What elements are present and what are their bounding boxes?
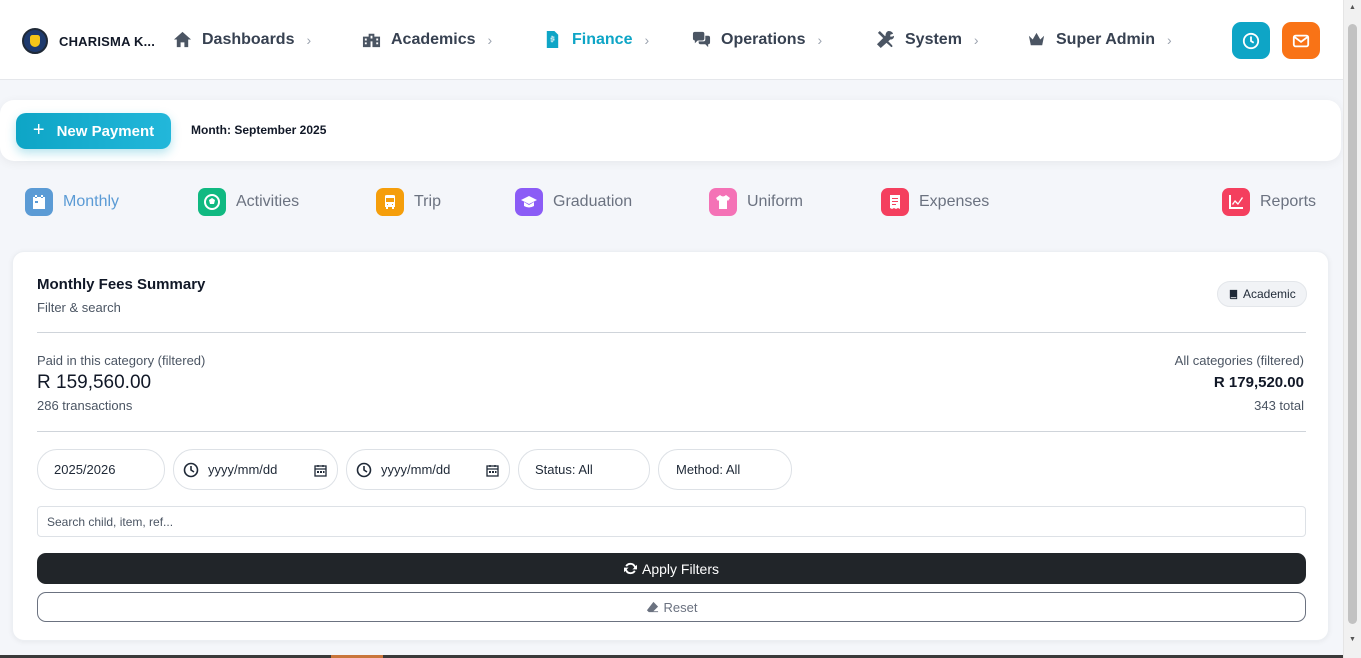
all-count: 343 total xyxy=(1254,398,1304,413)
football-icon xyxy=(198,188,226,216)
paid-amount: R 159,560.00 xyxy=(37,372,152,393)
shirt-icon xyxy=(709,188,737,216)
divider xyxy=(37,431,1306,432)
paid-count: 286 transactions xyxy=(37,398,133,413)
mail-icon xyxy=(1292,34,1310,47)
school-icon xyxy=(362,33,381,48)
tab-trip[interactable]: Trip xyxy=(376,188,441,216)
method-select[interactable]: Method: All xyxy=(658,449,792,490)
mail-button[interactable] xyxy=(1282,22,1320,59)
graduation-cap-icon xyxy=(515,188,543,216)
tab-label: Expenses xyxy=(919,193,990,210)
nav-label: Finance xyxy=(572,30,633,48)
clock-icon xyxy=(1242,32,1260,49)
tab-label: Graduation xyxy=(553,193,633,210)
search-placeholder: Search child, item, ref... xyxy=(47,514,174,529)
tab-monthly[interactable]: Monthly xyxy=(25,188,119,216)
chat-icon xyxy=(692,31,711,48)
reset-label: Reset xyxy=(663,599,698,615)
chevron-right-icon: › xyxy=(973,31,979,48)
tab-activities[interactable]: Activities xyxy=(198,188,299,216)
receipt-icon xyxy=(881,188,909,216)
tab-graduation[interactable]: Graduation xyxy=(515,188,632,216)
school-logo-icon xyxy=(22,28,48,54)
nav-label: Dashboards xyxy=(202,30,295,48)
chevron-right-icon: › xyxy=(644,31,650,48)
all-label: All categories (filtered) xyxy=(1174,353,1304,368)
invoice-icon xyxy=(546,30,559,49)
tab-label: Trip xyxy=(414,193,441,210)
apply-label: Apply Filters xyxy=(641,560,720,577)
scroll-thumb[interactable] xyxy=(1348,24,1357,624)
new-payment-label: New Payment xyxy=(56,122,155,140)
page-scrollbar[interactable]: ▲ ▼ xyxy=(1343,0,1361,658)
method-value: Method: All xyxy=(676,462,741,477)
date-from-value: yyyy/mm/dd xyxy=(208,462,278,477)
tab-label: Activities xyxy=(236,193,300,210)
plus-icon: + xyxy=(32,118,45,141)
search-input[interactable]: Search child, item, ref... xyxy=(37,506,1306,537)
tab-expenses[interactable]: Expenses xyxy=(881,188,989,216)
all-amount: R 179,520.00 xyxy=(1213,374,1304,391)
nav-system[interactable]: System › xyxy=(876,30,979,49)
paid-label: Paid in this category (filtered) xyxy=(37,353,206,368)
brand[interactable]: CHARISMA K... xyxy=(22,28,155,54)
academic-badge: Academic xyxy=(1217,281,1307,307)
nav-operations[interactable]: Operations › xyxy=(692,30,822,49)
chevron-right-icon: › xyxy=(487,31,493,48)
nav-label: System xyxy=(905,30,962,48)
chevron-right-icon: › xyxy=(817,31,823,48)
date-to-input[interactable]: yyyy/mm/dd xyxy=(346,449,510,490)
scroll-up-icon[interactable]: ▲ xyxy=(1349,4,1356,11)
divider xyxy=(37,332,1306,333)
bus-icon xyxy=(376,188,404,216)
chart-line-icon xyxy=(1222,188,1250,216)
nav-academics[interactable]: Academics › xyxy=(362,30,492,49)
clock-button[interactable] xyxy=(1232,22,1270,59)
apply-filters-button[interactable]: Apply Filters xyxy=(37,553,1306,584)
tab-reports[interactable]: Reports xyxy=(1222,188,1316,216)
nav-dashboards[interactable]: Dashboards › xyxy=(173,30,311,49)
top-navbar: CHARISMA K... Dashboards › Academics › F… xyxy=(0,0,1343,80)
tab-label: Reports xyxy=(1260,193,1317,210)
nav-finance[interactable]: Finance › xyxy=(543,30,649,49)
calendar-icon[interactable] xyxy=(314,464,327,477)
tab-uniform[interactable]: Uniform xyxy=(709,188,803,216)
nav-label: Super Admin xyxy=(1056,30,1155,48)
date-from-input[interactable]: yyyy/mm/dd xyxy=(173,449,338,490)
home-icon xyxy=(173,31,192,48)
action-bar: + New Payment Month: September 2025 xyxy=(0,100,1341,161)
card-title: Monthly Fees Summary xyxy=(37,276,206,293)
scroll-down-icon[interactable]: ▼ xyxy=(1349,636,1356,643)
refresh-icon xyxy=(623,562,637,575)
tools-icon xyxy=(876,30,895,49)
monthly-summary-card: Monthly Fees Summary Filter & search Aca… xyxy=(12,251,1329,641)
crown-icon xyxy=(1028,32,1045,46)
new-payment-button[interactable]: + New Payment xyxy=(16,113,171,149)
book-icon xyxy=(1229,289,1238,299)
year-value: 2025/2026 xyxy=(54,462,116,477)
nav-label: Operations xyxy=(721,30,806,48)
nav-label: Academics xyxy=(391,30,476,48)
date-to-value: yyyy/mm/dd xyxy=(381,462,451,477)
nav-super-admin[interactable]: Super Admin › xyxy=(1027,30,1172,49)
status-select[interactable]: Status: All xyxy=(518,449,650,490)
clock-icon xyxy=(356,462,372,477)
calendar-icon xyxy=(25,188,53,216)
tab-label: Monthly xyxy=(63,193,120,210)
brand-name: CHARISMA K... xyxy=(59,33,156,49)
chevron-right-icon: › xyxy=(1166,31,1172,48)
current-month: Month: September 2025 xyxy=(191,123,327,137)
tab-label: Uniform xyxy=(747,193,804,210)
clock-icon xyxy=(183,462,199,477)
card-subtitle: Filter & search xyxy=(37,300,121,315)
chevron-right-icon: › xyxy=(306,31,312,48)
calendar-icon[interactable] xyxy=(486,464,499,477)
year-select[interactable]: 2025/2026 xyxy=(37,449,165,490)
eraser-icon xyxy=(646,601,658,612)
status-value: Status: All xyxy=(535,462,593,477)
badge-label: Academic xyxy=(1243,287,1296,301)
reset-button[interactable]: Reset xyxy=(37,592,1306,622)
